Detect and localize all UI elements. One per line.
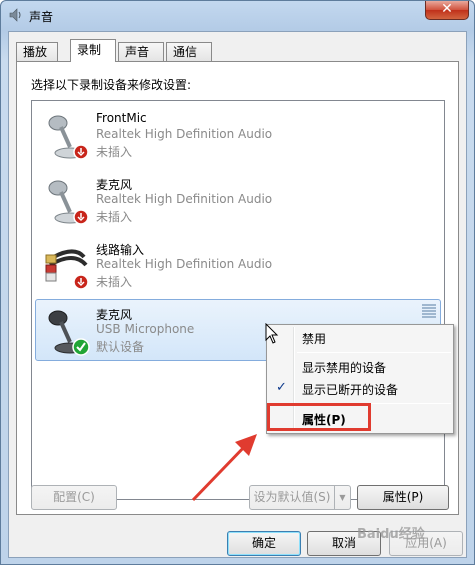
chevron-down-icon[interactable]: ▼ <box>334 486 350 509</box>
device-name: FrontMic <box>96 111 147 125</box>
baidu-watermark: Baidu经验 <box>357 527 425 542</box>
mouse-cursor-icon <box>265 323 279 344</box>
title-bar[interactable]: 声音 ✕ <box>1 1 474 31</box>
device-name: 线路输入 <box>96 243 145 257</box>
device-description: Realtek High Definition Audio <box>96 257 273 271</box>
menu-item-show-disabled[interactable]: 显示禁用的设备 <box>269 356 451 378</box>
device-description: Realtek High Definition Audio <box>96 192 273 206</box>
microphone-icon <box>48 180 89 225</box>
device-item-microphone-realtek[interactable]: 麦克风 Realtek High Definition Audio 未插入 <box>35 169 441 231</box>
line-in-cable-icon <box>45 249 89 290</box>
close-button[interactable]: ✕ <box>425 1 469 20</box>
device-status: 未插入 <box>96 275 133 289</box>
tab-playback[interactable]: 播放 <box>16 42 58 62</box>
tab-sounds[interactable]: 声音 <box>118 42 164 62</box>
menu-item-label: 显示已断开的设备 <box>302 383 399 397</box>
menu-item-show-disconnected[interactable]: ✓ 显示已断开的设备 <box>269 378 451 400</box>
device-item-frontmic[interactable]: FrontMic Realtek High Definition Audio 未… <box>35 104 441 166</box>
checkmark-icon: ✓ <box>276 380 287 395</box>
level-meter-icon <box>422 304 436 320</box>
device-status: 未插入 <box>96 210 133 224</box>
microphone-icon <box>48 115 89 160</box>
instruction-text: 选择以下录制设备来修改设置: <box>31 78 192 92</box>
microphone-icon <box>48 310 90 356</box>
annotation-highlight-box <box>267 403 371 431</box>
device-description: USB Microphone <box>96 322 195 336</box>
speaker-icon <box>9 8 21 22</box>
device-status: 默认设备 <box>96 340 145 354</box>
annotation-arrow-icon <box>191 434 257 502</box>
properties-button[interactable]: 属性(P) <box>357 485 449 510</box>
sound-dialog-window: 声音 ✕ 播放 录制 声音 通信 选择以下录制设备来修改设置: FrontMic… <box>0 0 475 565</box>
configure-button[interactable]: 配置(C) <box>31 485 117 510</box>
menu-item-label: 禁用 <box>302 332 327 346</box>
window-title: 声音 <box>29 10 54 24</box>
menu-separator <box>297 352 451 353</box>
ok-button[interactable]: 确定 <box>227 531 301 556</box>
device-description: Realtek High Definition Audio <box>96 127 273 141</box>
device-status: 未插入 <box>96 145 133 159</box>
tab-communications[interactable]: 通信 <box>166 42 212 62</box>
menu-item-disable[interactable]: 禁用 <box>269 327 451 349</box>
tab-recording[interactable]: 录制 <box>70 39 116 62</box>
device-name: 麦克风 <box>96 308 133 322</box>
menu-item-label: 显示禁用的设备 <box>302 361 387 375</box>
device-item-line-in[interactable]: 线路输入 Realtek High Definition Audio 未插入 <box>35 234 441 296</box>
device-name: 麦克风 <box>96 178 133 192</box>
